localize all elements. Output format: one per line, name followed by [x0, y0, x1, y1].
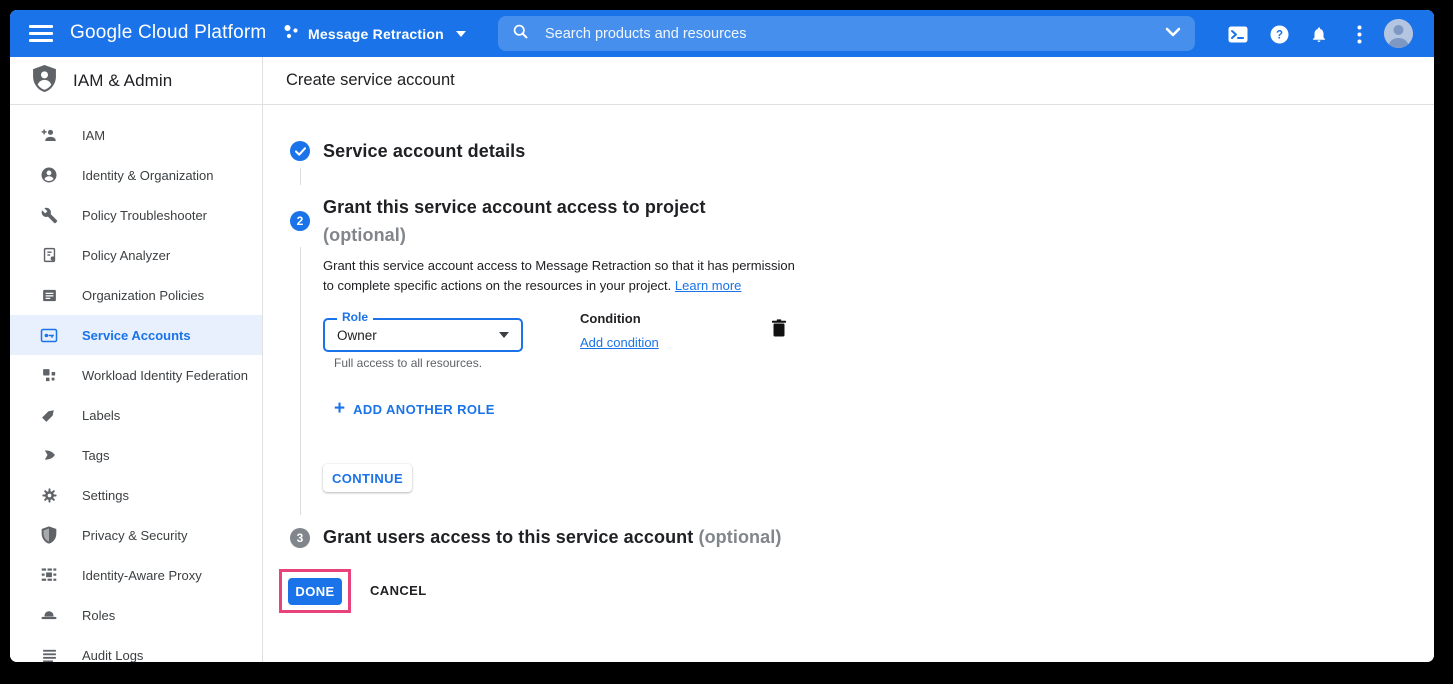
svg-text:?: ? [1275, 29, 1282, 41]
project-icon [282, 23, 300, 46]
cloud-shell-icon[interactable] [1227, 23, 1249, 45]
list-icon [40, 646, 58, 662]
policy-doc-icon [40, 246, 58, 264]
condition-label: Condition [580, 311, 641, 326]
app-window: Google Cloud Platform Message Retraction… [10, 10, 1434, 662]
sidebar-item-roles[interactable]: Roles [10, 595, 262, 635]
sidebar-item-label: Policy Analyzer [82, 248, 170, 263]
step2-description: Grant this service account access to Mes… [323, 256, 795, 296]
squares-icon [40, 366, 58, 384]
search-icon [512, 23, 529, 45]
help-icon[interactable]: ? [1268, 23, 1290, 45]
step3-title: Grant users access to this service accou… [323, 527, 781, 548]
continue-button[interactable]: CONTINUE [323, 464, 412, 492]
sidebar-item-label: Policy Troubleshooter [82, 208, 207, 223]
step3-title-text: Grant users access to this service accou… [323, 527, 693, 547]
iam-shield-icon [32, 65, 57, 97]
iap-icon [40, 566, 58, 584]
label-icon [40, 406, 58, 424]
gear-icon [40, 486, 58, 504]
sidebar-item-label: Identity & Organization [82, 168, 214, 183]
sidebar-item-identity-aware-proxy[interactable]: Identity-Aware Proxy [10, 555, 262, 595]
add-another-role-button[interactable]: + ADD ANOTHER ROLE [334, 400, 495, 418]
sidebar-item-label: Tags [82, 448, 109, 463]
sidebar-item-label: Privacy & Security [82, 528, 187, 543]
step2-title: Grant this service account access to pro… [323, 197, 706, 218]
sidebar-item-label: Settings [82, 488, 129, 503]
project-caret-icon [456, 31, 466, 37]
sidebar-item-label: Identity-Aware Proxy [82, 568, 202, 583]
role-selected-value: Owner [337, 328, 499, 343]
done-button[interactable]: DONE [288, 578, 342, 605]
step3-number-badge: 3 [290, 528, 310, 548]
shield-icon [40, 526, 58, 544]
sidebar-nav: IAM Identity & Organization Policy Troub… [10, 105, 262, 662]
sidebar-item-identity-organization[interactable]: Identity & Organization [10, 155, 262, 195]
hat-icon [40, 606, 58, 624]
add-condition-link[interactable]: Add condition [580, 335, 659, 350]
plus-icon: + [334, 400, 345, 418]
sidebar-item-label: Organization Policies [82, 288, 204, 303]
avatar[interactable] [1384, 19, 1413, 48]
step2-optional-label: (optional) [323, 225, 406, 246]
sidebar-item-settings[interactable]: Settings [10, 475, 262, 515]
stepper-connector [300, 168, 301, 185]
sidebar-item-service-accounts[interactable]: Service Accounts [10, 315, 262, 355]
account-circle-icon [40, 166, 58, 184]
hamburger-icon[interactable] [29, 25, 53, 43]
description-line2: to complete specific actions on the reso… [323, 278, 671, 293]
check-circle-icon [290, 141, 310, 161]
sidebar-item-policy-troubleshooter[interactable]: Policy Troubleshooter [10, 195, 262, 235]
sidebar-item-label: Service Accounts [82, 328, 191, 343]
wrench-icon [40, 206, 58, 224]
sidebar: IAM & Admin IAM Identity & Organization … [10, 57, 263, 662]
role-field-label: Role [337, 310, 373, 324]
doc-list-icon [40, 286, 58, 304]
sidebar-item-privacy-security[interactable]: Privacy & Security [10, 515, 262, 555]
sidebar-item-label: Labels [82, 408, 120, 423]
brand-title[interactable]: Google Cloud Platform [70, 22, 266, 44]
search-input[interactable]: Search products and resources [498, 16, 1195, 51]
sidebar-title: IAM & Admin [73, 71, 172, 91]
main-content: Create service account Service account d… [263, 57, 1434, 662]
service-account-icon [40, 326, 58, 344]
cancel-button[interactable]: CANCEL [370, 583, 427, 598]
topbar: Google Cloud Platform Message Retraction… [10, 10, 1434, 57]
stepper-connector [300, 247, 301, 515]
step3-optional-label: (optional) [698, 527, 781, 547]
person-add-icon [40, 126, 58, 144]
role-help-text: Full access to all resources. [334, 356, 482, 370]
sidebar-item-audit-logs[interactable]: Audit Logs [10, 635, 262, 662]
sidebar-item-label: IAM [82, 128, 105, 143]
sidebar-item-label: Roles [82, 608, 115, 623]
sidebar-item-workload-identity-federation[interactable]: Workload Identity Federation [10, 355, 262, 395]
project-selector[interactable]: Message Retraction [282, 20, 466, 48]
notifications-icon[interactable] [1308, 23, 1330, 45]
tag-icon [40, 446, 58, 464]
step1-title: Service account details [323, 141, 525, 162]
sidebar-item-label: Audit Logs [82, 648, 143, 663]
add-another-role-label: ADD ANOTHER ROLE [353, 402, 495, 417]
page-header: Create service account [263, 57, 1434, 105]
trash-icon[interactable] [771, 319, 789, 337]
sidebar-item-organization-policies[interactable]: Organization Policies [10, 275, 262, 315]
role-dropdown-caret-icon [499, 332, 509, 338]
sidebar-item-tags[interactable]: Tags [10, 435, 262, 475]
description-line1: Grant this service account access to Mes… [323, 258, 795, 273]
screenshot-frame: Google Cloud Platform Message Retraction… [0, 0, 1453, 684]
step2-number-badge: 2 [290, 211, 310, 231]
sidebar-item-labels[interactable]: Labels [10, 395, 262, 435]
sidebar-item-policy-analyzer[interactable]: Policy Analyzer [10, 235, 262, 275]
sidebar-header: IAM & Admin [10, 57, 262, 105]
search-expand-chevron-icon[interactable] [1165, 25, 1181, 43]
project-name: Message Retraction [308, 26, 444, 42]
sidebar-item-label: Workload Identity Federation [82, 368, 248, 383]
learn-more-link[interactable]: Learn more [675, 278, 741, 293]
search-placeholder: Search products and resources [545, 26, 1165, 42]
sidebar-item-iam[interactable]: IAM [10, 115, 262, 155]
more-vertical-icon[interactable] [1348, 23, 1370, 45]
page-title: Create service account [286, 71, 455, 90]
